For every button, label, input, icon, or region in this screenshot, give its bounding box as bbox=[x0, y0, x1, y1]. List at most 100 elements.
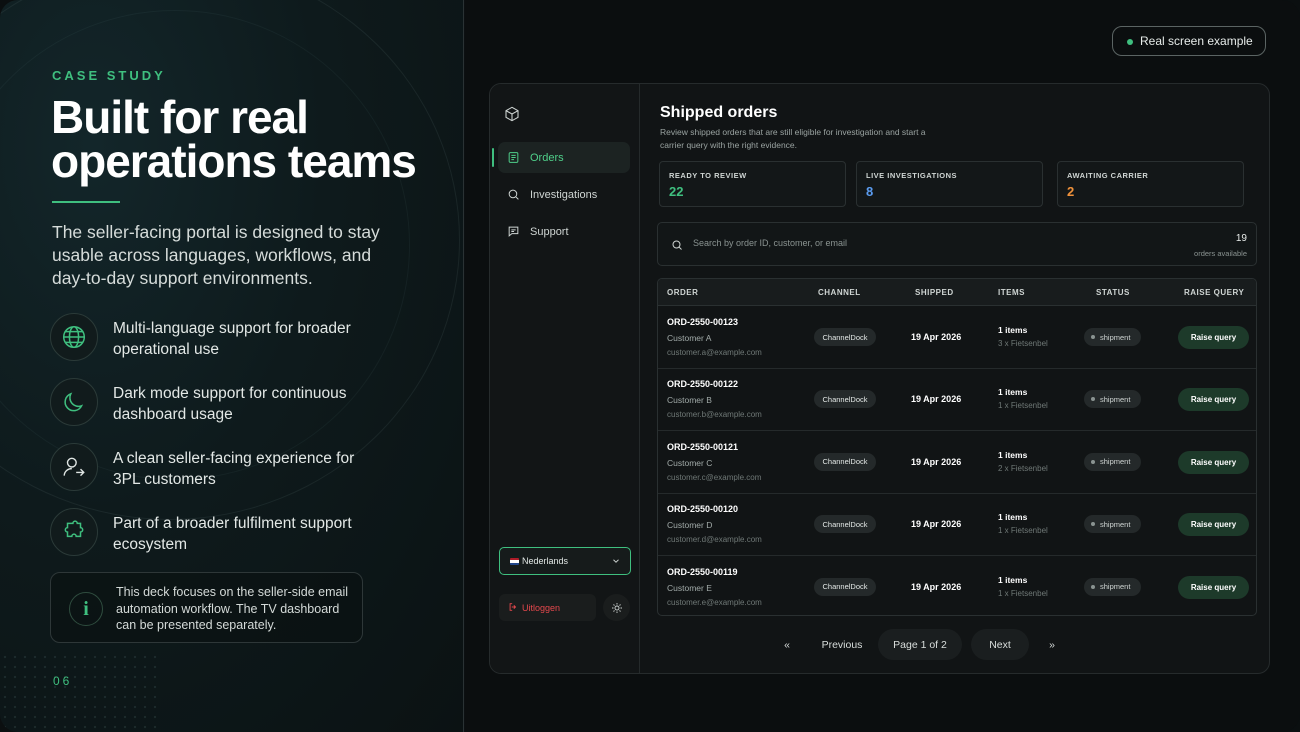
customer-email: customer.a@example.com bbox=[667, 348, 762, 357]
search-icon bbox=[508, 189, 519, 200]
customer-email: customer.b@example.com bbox=[667, 410, 762, 420]
status-badge: shipment bbox=[1084, 515, 1141, 534]
column-header: STATUS bbox=[1096, 288, 1130, 297]
table-row: ORD-2550-00119 Customer E customer.e@examp… bbox=[658, 557, 1256, 615]
page-title: Shipped orders bbox=[660, 104, 778, 121]
logout-label: Uitloggen bbox=[522, 602, 561, 613]
decorative-dots bbox=[0, 652, 160, 732]
feature-text: Multi-language support for broader opera… bbox=[113, 320, 351, 358]
info-icon: i bbox=[69, 592, 103, 626]
items-detail: 3 x Fietsenbel bbox=[998, 339, 1048, 348]
sidebar-item-support[interactable]: Support bbox=[498, 216, 630, 247]
table-row: ORD-2550-00123 Customer A customer.a@examp… bbox=[658, 307, 1256, 369]
raise-query-button[interactable]: Raise query bbox=[1178, 575, 1249, 599]
shipped-date: 19 Apr 2026 bbox=[911, 581, 962, 592]
items-detail: 1 x Fietsenbel bbox=[998, 588, 1048, 598]
chevron-down-icon bbox=[613, 559, 619, 563]
items-count: 1 items bbox=[998, 387, 1028, 398]
previous-button[interactable]: Previous bbox=[808, 629, 876, 660]
search-input[interactable]: Search by order ID, customer, or email 1… bbox=[657, 222, 1257, 266]
orders-table: ORDER CHANNEL SHIPPED ITEMS STATUS RAISE… bbox=[657, 278, 1257, 616]
customer-name: Customer A bbox=[667, 333, 712, 343]
theme-toggle-button[interactable] bbox=[603, 594, 630, 621]
shipped-date: 19 Apr 2026 bbox=[911, 519, 962, 530]
page-subtitle: Review shipped orders that are still eli… bbox=[660, 127, 926, 150]
shipped-date: 19 Apr 2026 bbox=[911, 456, 962, 467]
headline: Built for real operations teams bbox=[51, 91, 417, 187]
feature-text: Dark mode support for continuous dashboa… bbox=[113, 385, 347, 423]
next-button[interactable]: Next bbox=[971, 629, 1029, 660]
order-id: ORD-2550-00122 bbox=[667, 379, 739, 390]
items-detail: 2 x Fietsenbel bbox=[998, 463, 1048, 473]
customer-name: Customer D bbox=[667, 520, 713, 531]
items-count: 1 items bbox=[998, 512, 1028, 523]
stat-value: 8 bbox=[866, 184, 874, 199]
sidebar-item-label: Orders bbox=[530, 151, 564, 164]
stat-value: 2 bbox=[1067, 184, 1075, 199]
column-header: ORDER bbox=[667, 288, 699, 297]
language-value: Nederlands bbox=[522, 556, 569, 566]
raise-query-button[interactable]: Raise query bbox=[1178, 513, 1249, 537]
raise-query-button[interactable]: Raise query bbox=[1178, 326, 1249, 349]
column-header: SHIPPED bbox=[915, 288, 954, 297]
raise-query-button[interactable]: Raise query bbox=[1178, 388, 1249, 412]
status-badge: shipment bbox=[1084, 390, 1141, 409]
search-placeholder: Search by order ID, customer, or email bbox=[693, 238, 848, 248]
moon-icon bbox=[50, 378, 98, 426]
feature-text: A clean seller-facing experience for 3PL… bbox=[113, 450, 355, 488]
table-header: ORDER CHANNEL SHIPPED ITEMS STATUS RAISE… bbox=[658, 279, 1256, 306]
slide: CASE STUDY Built for real operations tea… bbox=[0, 0, 1300, 732]
channel-badge: ChannelDock bbox=[814, 390, 876, 409]
app-window: Orders Investigations Support Nederlands… bbox=[489, 83, 1270, 674]
status-badge: shipment bbox=[1084, 328, 1141, 346]
puzzle-icon bbox=[50, 508, 98, 556]
status-badge: shipment bbox=[1084, 577, 1141, 596]
feature-item: Multi-language support for broader opera… bbox=[50, 313, 380, 365]
table-row: ORD-2550-00122 Customer B customer.b@examp… bbox=[658, 369, 1256, 432]
info-note: i This deck focuses on the seller-side e… bbox=[50, 572, 363, 643]
shipped-date: 19 Apr 2026 bbox=[911, 394, 962, 405]
order-id: ORD-2550-00121 bbox=[667, 441, 739, 452]
note-text: This deck focuses on the seller-side ema… bbox=[116, 585, 349, 632]
channel-badge: ChannelDock bbox=[814, 452, 876, 471]
status-dot bbox=[1127, 39, 1133, 45]
column-header: CHANNEL bbox=[818, 288, 861, 297]
stat-card-ready: READY TO REVIEW 22 bbox=[659, 161, 846, 207]
stat-card-live: LIVE INVESTIGATIONS 8 bbox=[856, 161, 1043, 207]
last-page-button[interactable]: » bbox=[1033, 629, 1071, 660]
feature-text: Part of a broader fulfilment support eco… bbox=[113, 515, 352, 553]
real-screen-badge: Real screen example bbox=[1112, 26, 1266, 56]
orders-icon bbox=[508, 152, 519, 163]
feature-item: Dark mode support for continuous dashboa… bbox=[50, 378, 380, 430]
stat-label: READY TO REVIEW bbox=[669, 171, 747, 180]
column-header: RAISE QUERY bbox=[1184, 288, 1245, 297]
sidebar-item-label: Investigations bbox=[530, 188, 598, 201]
sidebar-item-investigations[interactable]: Investigations bbox=[498, 179, 630, 210]
search-icon bbox=[672, 240, 682, 250]
order-id: ORD-2550-00119 bbox=[667, 566, 738, 577]
status-badge: shipment bbox=[1084, 452, 1141, 471]
channel-badge: ChannelDock bbox=[814, 515, 876, 534]
lead-paragraph: The seller-facing portal is designed to … bbox=[52, 222, 380, 288]
cube-logo-icon bbox=[504, 106, 520, 127]
accent-rule bbox=[52, 201, 120, 203]
feature-item: A clean seller-facing experience for 3PL… bbox=[50, 443, 380, 495]
order-id: ORD-2550-00120 bbox=[667, 504, 739, 515]
chat-icon bbox=[508, 226, 519, 237]
items-count: 1 items bbox=[998, 449, 1028, 460]
sidebar-item-orders[interactable]: Orders bbox=[492, 142, 630, 173]
raise-query-button[interactable]: Raise query bbox=[1178, 450, 1249, 474]
customer-email: customer.d@example.com bbox=[667, 535, 762, 545]
order-id: ORD-2550-00123 bbox=[667, 317, 739, 327]
items-count: 1 items bbox=[998, 574, 1028, 585]
table-row: ORD-2550-00120 Customer D customer.d@examp… bbox=[658, 494, 1256, 557]
first-page-button[interactable]: « bbox=[768, 629, 806, 660]
logout-button[interactable]: Uitloggen bbox=[499, 594, 596, 621]
stat-label: LIVE INVESTIGATIONS bbox=[866, 171, 958, 180]
dutch-flag-icon bbox=[510, 558, 519, 565]
orders-count-label: orders available bbox=[1194, 249, 1247, 258]
logout-icon bbox=[509, 603, 517, 611]
channel-badge: ChannelDock bbox=[814, 577, 876, 596]
page-indicator: Page 1 of 2 bbox=[878, 629, 962, 660]
language-select[interactable]: Nederlands bbox=[499, 547, 631, 575]
